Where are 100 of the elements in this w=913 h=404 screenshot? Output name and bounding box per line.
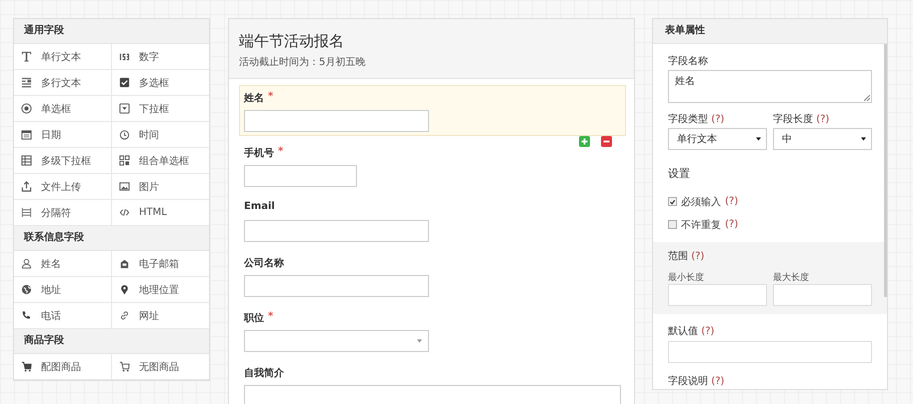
field-type-label: 下拉框 (139, 102, 169, 116)
input-field[interactable] (668, 284, 767, 306)
calendar-icon (21, 129, 32, 140)
number-icon (119, 51, 130, 62)
help-link[interactable]: (?) (711, 376, 724, 387)
section-header: 通用字段 (14, 19, 209, 44)
field-type-item[interactable]: 单行文本 (14, 44, 111, 69)
selected-field-card[interactable]: 姓名 * (239, 85, 626, 136)
field-type-item[interactable]: 组合单选框 (111, 148, 209, 173)
field-type-item[interactable]: 电子邮箱 (111, 251, 209, 276)
field-label: 字段名称 (668, 54, 709, 68)
map-pin-icon (119, 284, 130, 295)
field-type-label: 图片 (139, 180, 159, 194)
image-icon (119, 181, 130, 192)
field-type-item[interactable]: 下拉框 (111, 96, 209, 121)
list-icon (21, 155, 32, 166)
field-label: 默认值 (668, 326, 698, 337)
field-type-item[interactable]: 文件上传 (14, 174, 111, 199)
settings-heading: 设置 (668, 166, 691, 181)
checkbox[interactable] (668, 197, 677, 206)
input-field[interactable] (244, 220, 429, 242)
field-type-item[interactable]: 姓名 (14, 251, 111, 276)
field-type-label: 配图商品 (41, 360, 81, 374)
field-label: 字段类型 (668, 114, 708, 125)
checkbox-label: 必须输入 (681, 196, 721, 208)
help-link[interactable]: (?) (725, 196, 738, 207)
clock-icon (119, 129, 130, 140)
field-label: 手机号 (244, 146, 274, 160)
field-label: 自我简介 (244, 366, 284, 380)
help-link[interactable]: (?) (711, 114, 724, 125)
field-type-label: 地址 (41, 284, 61, 296)
required-mark: * (278, 146, 284, 159)
remove-icon[interactable] (601, 136, 612, 147)
field-type-item[interactable]: 配图商品 (14, 354, 111, 379)
field-label: 字段说明 (668, 376, 708, 387)
input-field[interactable] (668, 341, 872, 363)
field-type-item[interactable]: 多级下拉框 (14, 148, 111, 173)
dropdown-icon (119, 103, 130, 114)
caret-icon (861, 137, 866, 141)
input-field[interactable] (244, 165, 357, 187)
field-type-label: 姓名 (41, 258, 61, 270)
field-type-label: 无图商品 (139, 360, 179, 374)
field-label: Email (244, 201, 275, 214)
section-header: 商品字段 (14, 329, 209, 354)
field-label: 最小长度 (668, 272, 705, 283)
field-type-label: 电话 (41, 310, 61, 322)
field-type-item[interactable]: 分隔符 (14, 200, 111, 225)
form-subtitle: 活动截止时间为：5月初五晚 (239, 56, 366, 69)
field-type-item[interactable]: 日期 (14, 122, 111, 147)
field-type-item[interactable]: 电话 (14, 303, 111, 328)
field-type-label: 单行文本 (41, 50, 81, 64)
field-type-label: 地理位置 (139, 284, 179, 296)
checkbox-label: 不许重复 (681, 218, 721, 232)
scrollbar[interactable] (884, 44, 887, 297)
text-icon (21, 51, 32, 62)
select-field[interactable] (244, 330, 429, 352)
range-label: 范围 (668, 251, 688, 262)
grid-icon (119, 155, 130, 166)
field-type-label: 时间 (139, 128, 159, 142)
field-type-item[interactable]: 单选框 (14, 96, 111, 121)
link-icon (119, 310, 130, 321)
field-type-label: 多选框 (139, 76, 169, 90)
radio-icon (21, 103, 32, 114)
code-icon (119, 207, 130, 218)
field-type-item[interactable]: 时间 (111, 122, 209, 147)
panel-header: 表单属性 (653, 19, 887, 44)
select-field[interactable]: 中 (773, 128, 872, 150)
help-link[interactable]: (?) (816, 114, 830, 125)
field-type-label: 数字 (139, 50, 159, 64)
caret-icon (756, 137, 761, 141)
field-type-label: 组合单选框 (139, 154, 189, 168)
field-type-item[interactable]: 地址 (14, 277, 111, 302)
add-icon[interactable] (579, 136, 590, 147)
input-field[interactable] (773, 284, 872, 306)
field-type-label: 分隔符 (41, 206, 71, 220)
help-link[interactable]: (?) (725, 219, 738, 230)
field-type-label: 网址 (139, 310, 159, 322)
field-type-item[interactable]: 多行文本 (14, 70, 111, 95)
help-link[interactable]: (?) (691, 251, 704, 262)
checkbox-icon (119, 77, 130, 88)
help-link[interactable]: (?) (701, 326, 714, 337)
field-type-label: 日期 (41, 128, 61, 142)
section-header: 联系信息字段 (14, 226, 209, 251)
resize-handle-icon[interactable] (864, 95, 870, 101)
field-type-item[interactable]: 地理位置 (111, 277, 209, 302)
divider-icon (21, 207, 32, 218)
field-type-label: 多级下拉框 (41, 154, 91, 168)
input-field[interactable] (244, 275, 429, 297)
field-label: 职位 (244, 312, 264, 325)
field-type-item[interactable]: 网址 (111, 303, 209, 328)
lines-icon (21, 77, 32, 88)
field-type-item[interactable]: 多选框 (111, 70, 209, 95)
select-field[interactable]: 单行文本 (668, 128, 767, 150)
checkbox[interactable] (668, 220, 677, 229)
input-field[interactable] (244, 110, 429, 132)
field-type-item[interactable]: 图片 (111, 174, 209, 199)
field-type-item[interactable]: HTML (111, 200, 209, 225)
textarea-field[interactable]: 姓名 (668, 70, 872, 103)
field-type-item[interactable]: 无图商品 (111, 354, 209, 379)
field-type-item[interactable]: 数字 (111, 44, 209, 69)
